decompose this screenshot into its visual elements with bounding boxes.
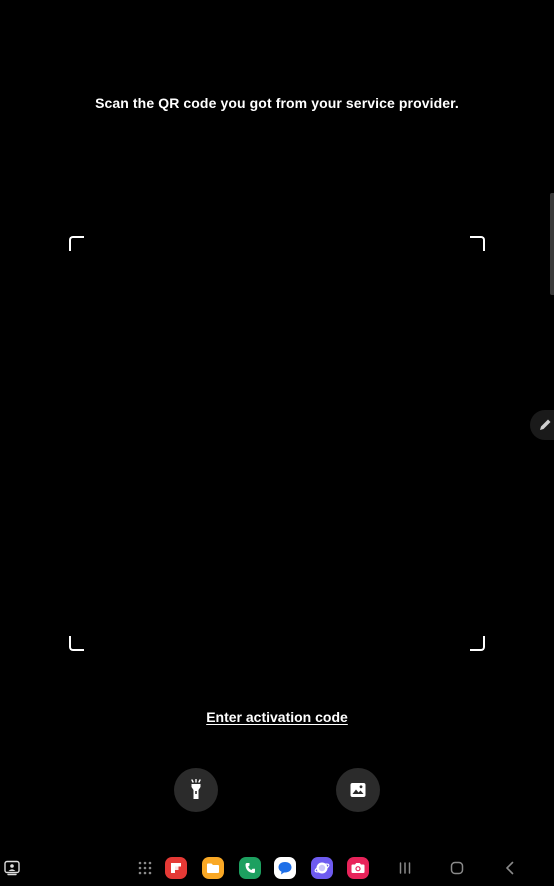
folder-icon — [207, 863, 219, 873]
instruction-text: Scan the QR code you got from your servi… — [95, 95, 459, 111]
monitor-icon — [4, 860, 20, 876]
camera-app[interactable] — [347, 857, 369, 879]
my-files-app[interactable] — [202, 857, 224, 879]
flipboard-icon — [171, 863, 181, 873]
samsung-internet-app[interactable] — [311, 857, 333, 879]
edge-panel-handle[interactable] — [550, 193, 554, 295]
globe-icon — [314, 862, 330, 874]
phone-icon — [245, 863, 255, 873]
scan-frame-corner-top-right — [470, 236, 485, 251]
screen-switch-button[interactable] — [1, 857, 23, 879]
taskbar — [0, 850, 554, 886]
pencil-icon — [540, 419, 551, 430]
image-icon — [350, 783, 366, 797]
enter-activation-code-link[interactable]: Enter activation code — [0, 709, 554, 725]
home-icon — [450, 861, 464, 875]
flashlight-icon — [191, 779, 201, 799]
edge-pen-handle[interactable] — [530, 410, 554, 440]
scan-frame-corner-bottom-left — [69, 636, 84, 651]
scan-frame-corner-bottom-right — [470, 636, 485, 651]
recents-icon — [399, 862, 411, 874]
messages-app[interactable] — [274, 857, 296, 879]
phone-app[interactable] — [239, 857, 261, 879]
back-button[interactable] — [499, 857, 521, 879]
scan-frame-corner-top-left — [69, 236, 84, 251]
flashlight-button[interactable] — [174, 768, 218, 812]
home-button[interactable] — [446, 857, 468, 879]
chat-bubble-icon — [278, 862, 292, 875]
camera-icon — [351, 863, 365, 873]
app-drawer-button[interactable] — [134, 857, 156, 879]
recents-button[interactable] — [394, 857, 416, 879]
back-icon — [506, 861, 514, 875]
gallery-button[interactable] — [336, 768, 380, 812]
grid-icon — [138, 861, 152, 875]
flipboard-app[interactable] — [165, 857, 187, 879]
